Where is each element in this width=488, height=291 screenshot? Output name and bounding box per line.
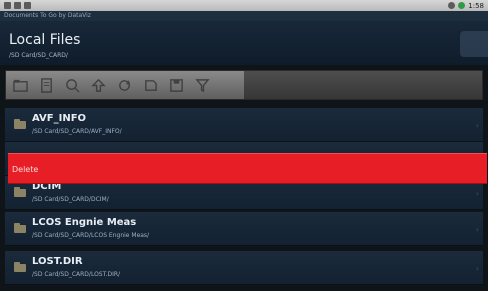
battery-icon: [458, 2, 466, 9]
list-item[interactable]: AVF_INFO /SD Card/SD_CARD/AVF_INFO/ ›: [5, 108, 483, 142]
status-left-icons: [4, 2, 31, 9]
status-time: 1:58: [468, 1, 484, 10]
app-title-bar: Documents To Go by DataViz: [0, 11, 488, 21]
chevron-right-icon: ›: [475, 121, 479, 130]
list-item[interactable]: LCOS Engnie Meas /SD Card/SD_CARD/LCOS E…: [5, 212, 483, 246]
file-name: LCOS Engnie Meas: [32, 217, 137, 228]
usb-icon: [4, 2, 11, 9]
save-icon[interactable]: [168, 77, 185, 94]
notification-icon: [14, 2, 21, 9]
status-bar: 1:58: [0, 0, 488, 11]
page-header: Local Files /SD Card/SD_CARD/: [0, 21, 488, 65]
file-path: /SD Card/SD_CARD/AVF_INFO/: [32, 128, 122, 135]
chevron-right-icon: ›: [475, 264, 479, 273]
new-folder-icon[interactable]: [12, 77, 29, 94]
file-name: LOST.DIR: [32, 256, 83, 267]
app-logo-icon: [460, 31, 488, 57]
file-path: /SD Card/SD_CARD/LCOS Engnie Meas/: [32, 232, 150, 239]
folder-icon: [14, 187, 26, 197]
sd-card-icon[interactable]: [142, 77, 159, 94]
file-path: /SD Card/SD_CARD/DCIM/: [32, 196, 109, 203]
download-icon: [24, 2, 31, 9]
current-path: /SD Card/SD_CARD/: [9, 52, 68, 59]
file-toolbar: [5, 70, 483, 100]
toolbar-spacer: [244, 71, 482, 99]
file-name: AVF_INFO: [32, 113, 87, 124]
folder-icon: [14, 119, 26, 129]
folder-icon: [14, 262, 26, 272]
filter-icon[interactable]: [194, 77, 211, 94]
delete-label: Delete: [12, 165, 39, 174]
status-right-icons: 1:58: [448, 2, 484, 10]
list-item[interactable]: LOST.DIR /SD Card/SD_CARD/LOST.DIR/ ›: [5, 251, 483, 285]
chevron-right-icon: ›: [475, 189, 479, 198]
up-directory-icon[interactable]: [90, 77, 107, 94]
new-document-icon[interactable]: [38, 77, 55, 94]
search-icon[interactable]: [64, 77, 81, 94]
folder-icon: [14, 223, 26, 233]
delete-menu-item[interactable]: Delete: [8, 153, 487, 184]
page-title: Local Files: [9, 32, 81, 48]
refresh-icon[interactable]: [116, 77, 133, 94]
chevron-right-icon: ›: [475, 225, 479, 234]
file-path: /SD Card/SD_CARD/LOST.DIR/: [32, 271, 121, 278]
sync-icon: [448, 2, 456, 9]
